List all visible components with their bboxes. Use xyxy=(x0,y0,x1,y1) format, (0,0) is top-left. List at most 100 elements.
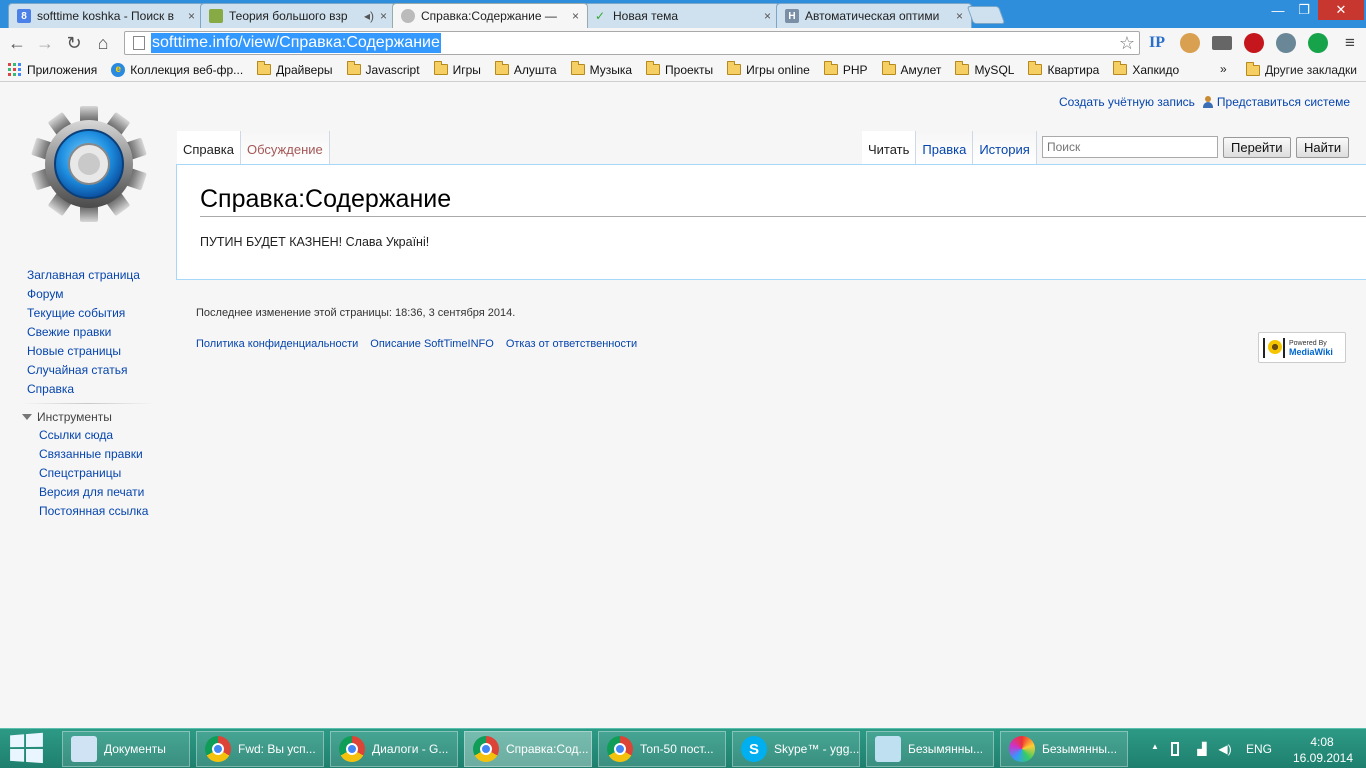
taskbar-button-paint[interactable]: Безымянны... xyxy=(1000,731,1128,767)
show-hidden-icons-button[interactable]: ▲ xyxy=(1148,742,1162,756)
bookmark-folder[interactable]: Драйверы xyxy=(257,61,333,77)
clock-time[interactable]: 4:08 xyxy=(1302,735,1342,749)
go-button[interactable]: Перейти xyxy=(1223,137,1291,158)
bookmark-folder[interactable]: Проекты xyxy=(646,61,713,77)
sidebar-item-new-pages[interactable]: Новые страницы xyxy=(27,342,160,361)
bookmarks-overflow-button[interactable]: » xyxy=(1220,62,1227,76)
taskbar-button-chrome-help[interactable]: Справка:Сод... xyxy=(464,731,592,767)
grammarly-icon[interactable] xyxy=(1308,33,1328,53)
back-icon[interactable]: ← xyxy=(6,32,28,54)
language-indicator[interactable]: ENG xyxy=(1246,742,1272,756)
browser-tab-strip: 8 softtime koshka - Поиск в × Теория бол… xyxy=(0,0,1366,28)
tab-close-icon[interactable]: × xyxy=(956,9,963,23)
browser-tab-wiki-contents[interactable]: Справка:Содержание — × xyxy=(392,3,588,28)
bookmark-folder[interactable]: Алушта xyxy=(494,61,557,77)
create-account-link[interactable]: Создать учётную запись xyxy=(1059,95,1195,109)
bookmark-star-icon[interactable]: ☆ xyxy=(1119,33,1135,54)
login-link[interactable]: Представиться системе xyxy=(1217,95,1350,109)
sidebar-item-help[interactable]: Справка xyxy=(27,380,160,399)
taskbar-button-documents[interactable]: Документы xyxy=(62,731,190,767)
stop-icon[interactable] xyxy=(1244,33,1264,53)
window-close-button[interactable]: ✕ xyxy=(1318,0,1364,20)
tools-item-what-links-here[interactable]: Ссылки сюда xyxy=(39,426,160,445)
search-input[interactable] xyxy=(1042,136,1218,158)
paint-icon xyxy=(1009,736,1035,762)
bookmark-folder[interactable]: PHP xyxy=(823,61,868,77)
windows-start-button[interactable] xyxy=(10,732,48,765)
new-tab-button[interactable] xyxy=(966,6,1006,24)
sidebar-divider xyxy=(22,403,154,404)
bookmark-folder[interactable]: Квартира xyxy=(1028,61,1099,77)
bookmark-folder[interactable]: MySQL xyxy=(955,61,1014,77)
bookmark-folder[interactable]: Амулет xyxy=(881,61,941,77)
tab-discussion[interactable]: Обсуждение xyxy=(241,131,330,164)
forward-icon[interactable]: → xyxy=(34,32,56,54)
tab-close-icon[interactable]: × xyxy=(572,9,579,23)
menu-icon[interactable]: ≡ xyxy=(1340,33,1360,53)
bookmark-folder[interactable]: Хапкидо xyxy=(1113,61,1179,77)
browser-tab-new-topic[interactable]: ✓ Новая тема × xyxy=(584,3,780,28)
tab-close-icon[interactable]: × xyxy=(188,9,195,23)
window-minimize-button[interactable]: — xyxy=(1265,0,1291,20)
tab-edit[interactable]: Правка xyxy=(916,131,974,164)
chrome-icon xyxy=(339,736,365,762)
mail-icon[interactable] xyxy=(1212,36,1232,50)
bookmark-folder[interactable]: Музыка xyxy=(570,61,632,77)
tab-close-icon[interactable]: × xyxy=(380,9,387,23)
tools-item-special-pages[interactable]: Спецстраницы xyxy=(39,464,160,483)
battery-icon[interactable] xyxy=(1171,742,1179,756)
volume-icon[interactable]: ◀) xyxy=(1218,742,1232,756)
clock-date[interactable]: 16.09.2014 xyxy=(1283,751,1363,765)
footer-link-about[interactable]: Описание SoftTimeINFO xyxy=(370,338,494,350)
drive-icon[interactable] xyxy=(1276,33,1296,53)
tab-history[interactable]: История xyxy=(973,131,1037,164)
powered-by-mediawiki-badge[interactable]: Powered By MediaWiki xyxy=(1258,332,1346,363)
home-icon[interactable]: ⌂ xyxy=(92,32,114,54)
bookmark-folder[interactable]: Игры online xyxy=(727,61,810,77)
sidebar-item-random-article[interactable]: Случайная статья xyxy=(27,361,160,380)
network-signal-icon[interactable]: ▟ xyxy=(1195,742,1209,756)
folder-icon xyxy=(570,61,585,75)
find-button[interactable]: Найти xyxy=(1296,137,1350,158)
tab-close-icon[interactable]: × xyxy=(764,9,771,23)
taskbar-button-skype[interactable]: S Skype™ - ygg... xyxy=(732,731,860,767)
window-maximize-button[interactable]: ❐ xyxy=(1291,0,1317,20)
cookie-icon[interactable] xyxy=(1180,33,1200,53)
address-bar[interactable]: softtime.info/view/Справка:Содержание ☆ xyxy=(124,31,1140,55)
habr-favicon-icon: H xyxy=(785,9,799,23)
bookmark-folder[interactable]: Игры xyxy=(433,61,481,77)
tab-help-page[interactable]: Справка xyxy=(177,131,241,164)
taskbar-button-chrome-top50[interactable]: Топ-50 пост... xyxy=(598,731,726,767)
tools-item-permanent-link[interactable]: Постоянная ссылка xyxy=(39,502,160,521)
bookmark-other[interactable]: Другие закладки xyxy=(1246,58,1357,82)
powered-by-line: Powered By xyxy=(1289,339,1327,347)
sidebar-item-recent-changes[interactable]: Свежие правки xyxy=(27,323,160,342)
tools-item-printable-version[interactable]: Версия для печати xyxy=(39,483,160,502)
sidebar-item-current-events[interactable]: Текущие события xyxy=(27,304,160,323)
footer-link-disclaimer[interactable]: Отказ от ответственности xyxy=(506,338,637,350)
browser-tab-auto-optimization[interactable]: H Автоматическая оптими × xyxy=(776,3,972,28)
sidebar-item-forum[interactable]: Форум xyxy=(27,285,160,304)
sidebar-item-main-page[interactable]: Заглавная страница xyxy=(27,266,160,285)
browser-toolbar: ← → ↻ ⌂ softtime.info/view/Справка:Содер… xyxy=(0,28,1366,58)
taskbar-button-notepad[interactable]: Безымянны... xyxy=(866,731,994,767)
system-tray: ▲ ▟ ◀) ENG 4:08 16.09.2014 xyxy=(1145,729,1366,768)
tools-toggle[interactable]: Инструменты xyxy=(22,408,160,426)
reload-icon[interactable]: ↻ xyxy=(63,32,85,54)
bookmark-web-collection[interactable]: e Коллекция веб-фр... xyxy=(111,62,243,77)
bookmark-folder[interactable]: Javascript xyxy=(346,61,420,77)
taskbar-button-chrome-dialogs[interactable]: Диалоги - G... xyxy=(330,731,458,767)
ip-extension-icon[interactable]: IP xyxy=(1147,33,1167,53)
mediawiki-line: MediaWiki xyxy=(1289,346,1333,357)
tools-item-related-changes[interactable]: Связанные правки xyxy=(39,445,160,464)
documents-icon xyxy=(71,736,97,762)
footer-link-privacy[interactable]: Политика конфиденциальности xyxy=(196,338,358,350)
site-logo-gear-icon[interactable] xyxy=(30,105,148,223)
taskbar-button-chrome-fwd[interactable]: Fwd: Вы усп... xyxy=(196,731,324,767)
address-bar-url[interactable]: softtime.info/view/Справка:Содержание xyxy=(151,33,441,53)
tab-read[interactable]: Читать xyxy=(862,131,917,164)
browser-tab-google-search[interactable]: 8 softtime koshka - Поиск в × xyxy=(8,3,204,28)
notepad-icon xyxy=(875,736,901,762)
bookmark-apps[interactable]: Приложения xyxy=(8,63,97,77)
browser-tab-big-bang[interactable]: Теория большого взр ◂) × xyxy=(200,3,396,28)
